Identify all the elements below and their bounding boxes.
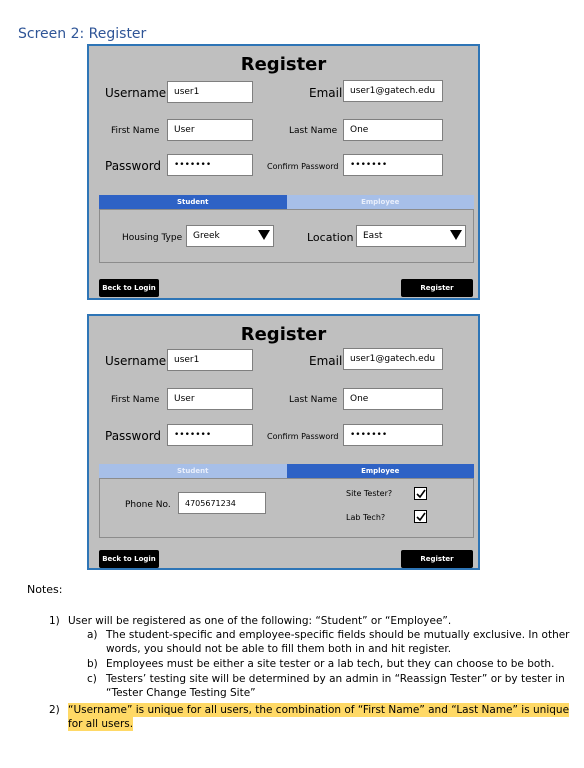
housing-type-value: Greek <box>193 231 220 241</box>
note-2-number: 2) <box>49 704 60 716</box>
email-input[interactable]: user1@gatech.edu <box>343 348 443 370</box>
site-tester-checkbox[interactable] <box>414 487 427 500</box>
username-input[interactable]: user1 <box>167 349 253 371</box>
back-to-login-button[interactable]: Beck to Login <box>99 550 159 568</box>
last-name-label: Last Name <box>289 126 338 136</box>
check-icon <box>415 489 426 498</box>
password-input[interactable]: ••••••• <box>167 424 253 446</box>
username-label: Username <box>105 86 167 100</box>
role-tabs: Student Employee <box>99 195 474 209</box>
confirm-password-label: Confirm Password <box>267 162 339 171</box>
housing-type-label: Housing Type <box>122 233 183 243</box>
username-input[interactable]: user1 <box>167 81 253 103</box>
password-label: Password <box>105 159 162 173</box>
tab-employee[interactable]: Employee <box>286 195 474 209</box>
first-name-label: First Name <box>111 126 160 136</box>
check-icon <box>415 512 426 521</box>
site-tester-label: Site Tester? <box>346 489 393 498</box>
back-to-login-button[interactable]: Beck to Login <box>99 279 159 297</box>
panel-title: Register <box>240 324 327 345</box>
username-label: Username <box>105 354 167 368</box>
note-1-text: User will be registered as one of the fo… <box>68 615 452 627</box>
triangle-down-icon[interactable] <box>449 228 463 242</box>
confirm-password-input[interactable]: ••••••• <box>343 424 443 446</box>
triangle-down-icon[interactable] <box>257 228 271 242</box>
location-select[interactable]: East <box>356 225 466 247</box>
location-value: East <box>363 231 383 241</box>
note-b-text: Employees must be either a site tester o… <box>106 658 555 670</box>
email-label: Email <box>309 354 343 368</box>
email-label: Email <box>309 86 343 100</box>
first-name-label: First Name <box>111 395 160 405</box>
last-name-input[interactable]: One <box>343 119 443 141</box>
password-label: Password <box>105 429 162 443</box>
register-button[interactable]: Register <box>401 550 473 568</box>
tab-student[interactable]: Student <box>99 464 287 478</box>
housing-type-select[interactable]: Greek <box>186 225 274 247</box>
screen-title: Screen 2: Register <box>18 26 147 42</box>
tab-employee[interactable]: Employee <box>286 464 474 478</box>
note-a-number: a) <box>87 629 98 641</box>
phone-label: Phone No. <box>125 500 171 510</box>
first-name-input[interactable]: User <box>167 388 253 410</box>
panel-title: Register <box>240 54 327 75</box>
location-label: Location <box>307 231 354 244</box>
note-c-number: c) <box>87 673 97 685</box>
student-fields: Housing Type Greek Location East <box>99 209 474 263</box>
password-input[interactable]: ••••••• <box>167 154 253 176</box>
note-2-text-2: for all users. <box>68 717 134 731</box>
last-name-input[interactable]: One <box>343 388 443 410</box>
first-name-input[interactable]: User <box>167 119 253 141</box>
role-tabs: Student Employee <box>99 464 474 478</box>
last-name-label: Last Name <box>289 395 338 405</box>
employee-fields: Phone No. 4705671234 Site Tester? Lab Te… <box>99 478 474 538</box>
note-a-text-2: words, you should not be able to fill th… <box>106 643 452 655</box>
confirm-password-input[interactable]: ••••••• <box>343 154 443 176</box>
note-c-text-2: “Tester Change Testing Site” <box>106 687 256 699</box>
note-2-text-1: “Username” is unique for all users, the … <box>68 703 570 717</box>
note-1-number: 1) <box>49 615 60 627</box>
confirm-password-label: Confirm Password <box>267 432 339 441</box>
notes-heading: Notes: <box>27 583 63 596</box>
register-panel-student: Register Username user1 Email user1@gate… <box>87 44 480 300</box>
lab-tech-checkbox[interactable] <box>414 510 427 523</box>
phone-input[interactable]: 4705671234 <box>178 492 266 514</box>
note-a-text-1: The student-specific and employee-specif… <box>106 629 570 641</box>
register-button[interactable]: Register <box>401 279 473 297</box>
lab-tech-label: Lab Tech? <box>346 513 386 522</box>
note-c-text-1: Testers’ testing site will be determined… <box>106 673 565 685</box>
email-input[interactable]: user1@gatech.edu <box>343 80 443 102</box>
note-b-number: b) <box>87 658 98 670</box>
register-panel-employee: Register Username user1 Email user1@gate… <box>87 314 480 570</box>
tab-student[interactable]: Student <box>99 195 287 209</box>
